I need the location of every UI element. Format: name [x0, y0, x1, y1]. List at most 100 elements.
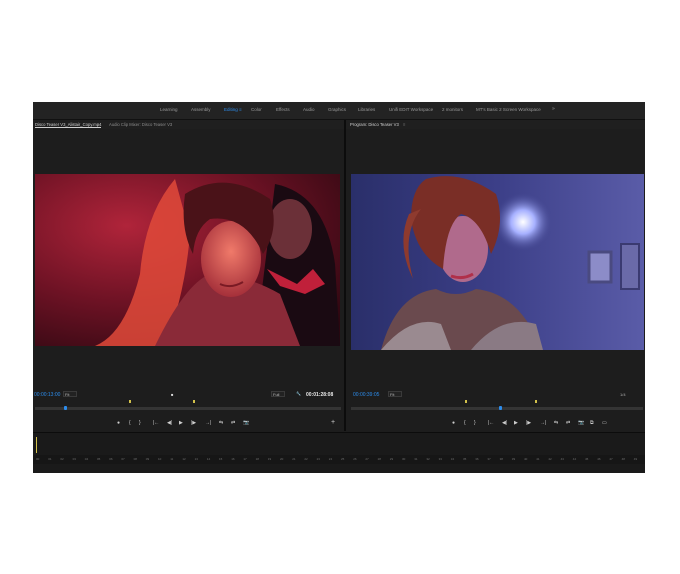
workspace-tab-unifi[interactable]: Unifi EDIT Workspace [389, 107, 433, 112]
lift-button[interactable]: ⇆ [554, 420, 558, 426]
audio-clip-mixer-tab[interactable]: Audio Clip Mixer: Disco Teaser V3 [109, 122, 172, 127]
source-video-frame[interactable] [35, 174, 340, 346]
timeline-ruler-label: 09 [145, 457, 150, 461]
source-playhead[interactable] [64, 406, 67, 410]
source-playhead-marker-icon: ■ [171, 392, 174, 397]
mark-in-button[interactable]: { [129, 420, 131, 426]
program-tab[interactable]: Program: Disco Teaser V3 [350, 122, 399, 127]
timeline-ruler-label: 16 [231, 457, 235, 461]
program-go-to-out-button[interactable]: →| [540, 420, 546, 426]
go-to-in-button[interactable]: |← [153, 420, 159, 426]
source-resolution-select[interactable]: Full [271, 391, 285, 397]
extract-button[interactable]: ⇄ [566, 420, 570, 426]
workspace-tab-graphics[interactable]: Graphics [328, 107, 346, 112]
step-back-button[interactable]: ◀| [167, 420, 172, 426]
timeline-ruler-label: 33 [438, 457, 442, 461]
timeline-ruler-label: 01 [48, 457, 52, 461]
workspace-menu-icon[interactable]: ≡ [239, 107, 242, 112]
workspace-tab-mt-basic[interactable]: MT's Basic 2 Screen Workspace [476, 107, 541, 112]
timeline-ruler-label: 00 [36, 457, 40, 461]
step-forward-button[interactable]: |▶ [191, 420, 196, 426]
program-video-image [351, 174, 644, 350]
timeline-ruler-label: 34 [450, 457, 455, 461]
source-in-marker [129, 400, 131, 403]
timeline-ruler-label: 13 [194, 457, 198, 461]
wrench-icon[interactable]: 🔧 [296, 391, 301, 396]
timeline-ruler-label: 22 [304, 457, 308, 461]
source-video-image [35, 174, 340, 346]
program-scrub-bar[interactable] [351, 407, 643, 410]
source-scrub-bar[interactable] [35, 407, 341, 410]
overwrite-button[interactable]: ⇄ [231, 420, 235, 426]
timeline-ruler-label: 48 [621, 457, 625, 461]
workspace-bar: Learning Assembly Editing ≡ Color Effect… [33, 102, 645, 120]
timeline-panel: 00 01 02 03 04 05 06 07 08 09 10 11 12 13 14 15 16 17 18 19… [33, 432, 645, 473]
mark-out-button[interactable]: } [139, 420, 141, 426]
timeline-ruler-label: 37 [487, 457, 491, 461]
timeline-ruler[interactable]: 00 01 02 03 04 05 06 07 08 09 10 11 12 13 14 15 16 17 18 19… [33, 455, 645, 464]
timeline-ruler-label: 15 [219, 457, 223, 461]
timeline-ruler-label: 46 [597, 457, 601, 461]
timeline-ruler-label: 31 [414, 457, 418, 461]
program-export-frame-camera-icon[interactable]: 📷 [578, 420, 584, 426]
workspace-tab-libraries[interactable]: Libraries [358, 107, 375, 112]
add-marker-button[interactable]: ● [117, 420, 120, 426]
program-tab-menu-icon[interactable]: ≡ [403, 122, 405, 127]
timeline-ruler-label: 26 [353, 457, 357, 461]
timeline-ruler-label: 45 [585, 457, 589, 461]
timeline-ruler-label: 32 [426, 457, 430, 461]
timeline-ruler-label: 11 [170, 457, 174, 461]
timeline-ruler-label: 06 [109, 457, 113, 461]
program-step-back-button[interactable]: ◀| [502, 420, 507, 426]
timeline-ruler-label: 28 [377, 457, 381, 461]
timeline-ruler-label: 35 [463, 457, 467, 461]
source-transport-controls: ● { } |← ◀| ▶ |▶ →| ⇆ ⇄ 📷 [117, 420, 257, 428]
source-tab-menu-icon[interactable]: ≡ [97, 122, 99, 127]
timeline-ruler-label: 17 [243, 457, 247, 461]
workspace-tab-audio[interactable]: Audio [303, 107, 315, 112]
timeline-ruler-label: 44 [572, 457, 577, 461]
program-fit-select[interactable]: Fit [388, 391, 402, 397]
timeline-ruler-label: 18 [255, 457, 259, 461]
panel-divider[interactable] [344, 120, 346, 431]
timeline-ruler-label: 29 [389, 457, 394, 461]
timeline-ruler-label: 02 [60, 457, 64, 461]
workspace-overflow-icon[interactable]: » [552, 106, 555, 112]
premiere-screen: Learning Assembly Editing ≡ Color Effect… [33, 102, 645, 473]
program-add-marker-button[interactable]: ● [452, 420, 455, 426]
workspace-tab-2-monitors[interactable]: 2 monitors [442, 107, 463, 112]
insert-button[interactable]: ⇆ [219, 420, 223, 426]
program-step-forward-button[interactable]: |▶ [526, 420, 531, 426]
workspace-tab-learning[interactable]: Learning [160, 107, 178, 112]
workspace-tab-editing[interactable]: Editing [224, 107, 238, 112]
source-fit-select[interactable]: Fit [63, 391, 77, 397]
program-transport-controls: ● { } |← ◀| ▶ |▶ →| ⇆ ⇄ 📷 ⧉ ▭ [452, 420, 622, 428]
program-mark-in-button[interactable]: { [464, 420, 466, 426]
workspace-tab-effects[interactable]: Effects [276, 107, 290, 112]
play-button[interactable]: ▶ [179, 420, 183, 426]
workspace-tab-color[interactable]: Color [251, 107, 262, 112]
timeline-ruler-label: 08 [133, 457, 137, 461]
program-go-to-in-button[interactable]: |← [488, 420, 494, 426]
timeline-ruler-label: 10 [158, 457, 162, 461]
source-add-button-plus-icon[interactable]: + [331, 419, 335, 426]
timeline-ruler-label: 19 [267, 457, 272, 461]
program-play-button[interactable]: ▶ [514, 420, 518, 426]
export-frame-camera-icon[interactable]: 📷 [243, 420, 249, 426]
program-video-frame[interactable] [351, 174, 644, 350]
program-mark-out-button[interactable]: } [474, 420, 476, 426]
timeline-ruler-label: 14 [206, 457, 211, 461]
comparison-view-icon[interactable]: ⧉ [590, 420, 594, 426]
source-tab[interactable]: Disco Teaser V3_Alistair_Copy.mp4 [35, 122, 102, 128]
source-timecode[interactable]: 00:00:13:00 [34, 392, 60, 398]
program-timecode[interactable]: 00:00:39:05 [353, 392, 379, 398]
workspace-tab-assembly[interactable]: Assembly [191, 107, 211, 112]
timeline-ruler-label: 24 [328, 457, 333, 461]
go-to-out-button[interactable]: →| [205, 420, 211, 426]
program-playhead[interactable] [499, 406, 502, 410]
program-out-marker [535, 400, 537, 403]
timeline-ruler-label: 27 [365, 457, 369, 461]
timeline-ruler-label: 47 [609, 457, 613, 461]
vr-video-icon[interactable]: ▭ [602, 420, 607, 426]
program-resolution-select[interactable]: 1/4 [620, 392, 626, 397]
